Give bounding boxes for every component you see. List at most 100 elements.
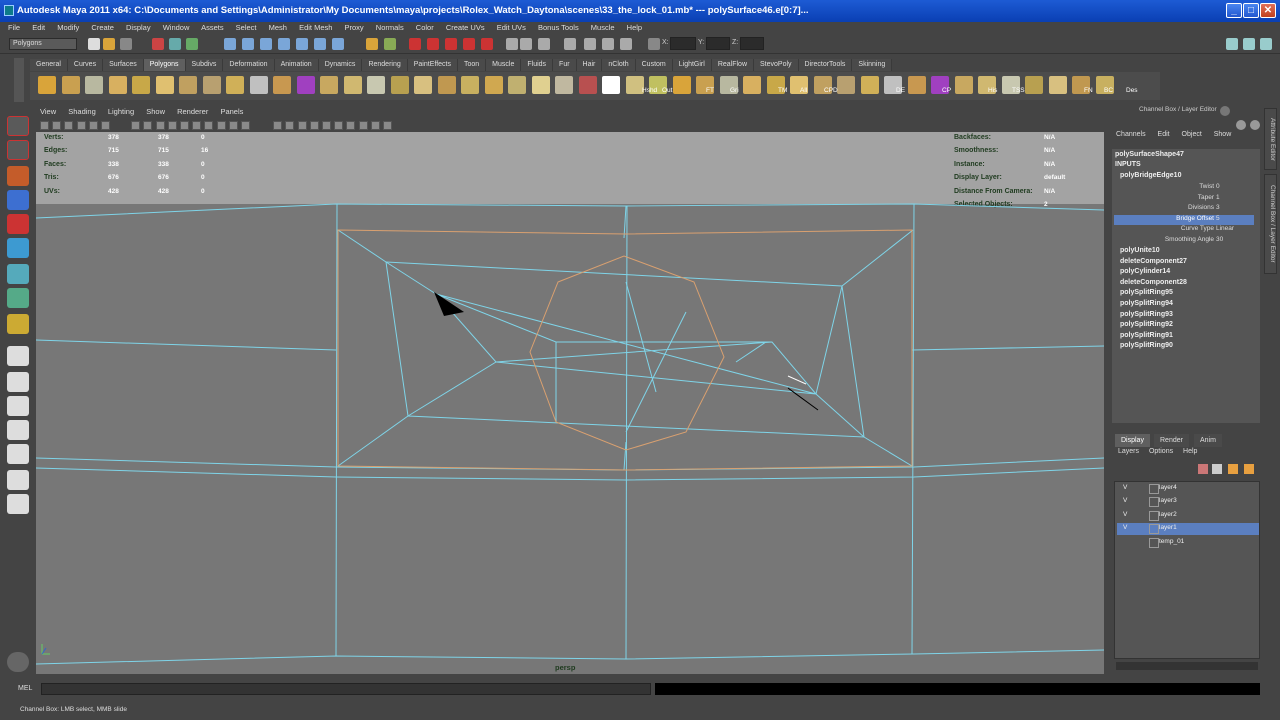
z-field[interactable] — [740, 37, 764, 50]
shelf-label-tss[interactable]: TSS — [1012, 87, 1025, 94]
menu-display[interactable]: Display — [126, 23, 151, 32]
attr-value[interactable]: 5 — [1216, 215, 1220, 222]
layout-persp-outliner-icon[interactable] — [7, 470, 29, 490]
scale-tool-icon[interactable] — [7, 238, 29, 258]
shelf-menu-icon[interactable] — [14, 58, 24, 102]
panel-toolbar-icon[interactable] — [383, 121, 392, 130]
panel-toolbar-icon[interactable] — [180, 121, 189, 130]
menu-bonus-tools[interactable]: Bonus Tools — [538, 23, 579, 32]
panel-toolbar-icon[interactable] — [40, 121, 49, 130]
panel-toolbar-icon[interactable] — [101, 121, 110, 130]
shelf-tab-ncloth[interactable]: nCloth — [602, 59, 636, 71]
shelf-tab-deformation[interactable]: Deformation — [223, 59, 275, 71]
panel-toolbar-icon[interactable] — [167, 121, 177, 130]
shelf-label-tm[interactable]: TM — [778, 87, 787, 94]
menu-create-uvs[interactable]: Create UVs — [446, 23, 485, 32]
panel-toolbar-icon[interactable] — [88, 121, 98, 130]
panel-menu-shading[interactable]: Shading — [68, 107, 96, 116]
menu-window[interactable]: Window — [163, 23, 190, 32]
snap-view-icon[interactable] — [314, 38, 326, 50]
shelf-tab-muscle[interactable]: Muscle — [486, 59, 522, 71]
shelf-tool-icon[interactable] — [484, 76, 503, 94]
history-node-polysplitring92[interactable]: polySplitRing92 — [1120, 321, 1173, 328]
move-layer-up-icon[interactable] — [1228, 464, 1238, 474]
panel-toolbar-icon[interactable] — [155, 121, 165, 130]
cb-menu-channels[interactable]: Channels — [1116, 131, 1146, 138]
shelf-tool-icon[interactable] — [343, 76, 362, 94]
panel-toolbar-icon[interactable] — [273, 121, 283, 130]
close-button[interactable]: ✕ — [1260, 3, 1276, 18]
shelf-tool-icon[interactable] — [320, 76, 338, 94]
shelf-tool-icon[interactable] — [672, 76, 691, 94]
cb-menu-object[interactable]: Object — [1182, 131, 1202, 138]
menu-select[interactable]: Select — [236, 23, 257, 32]
shelf-tool-icon[interactable] — [249, 76, 268, 94]
layer-row-temp-01[interactable]: temp_01 — [1117, 537, 1259, 549]
shelf-tab-subdivs[interactable]: Subdivs — [185, 59, 224, 71]
render-current-icon[interactable] — [409, 38, 421, 50]
layer-row-layer1[interactable]: Vlayer1 — [1117, 523, 1259, 536]
panel-toolbar-icon[interactable] — [228, 121, 238, 130]
panel-toolbar-icon[interactable] — [346, 121, 356, 130]
snap-plane-icon[interactable] — [278, 38, 290, 50]
snap-grid-icon[interactable] — [224, 38, 236, 50]
history-node-polysplitring91[interactable]: polySplitRing91 — [1120, 332, 1173, 339]
viewport-persp[interactable]: Verts: 378 378 0 Edges: 715 715 16 Faces: 338 338 0… — [36, 132, 1104, 674]
panel-toolbar-icon[interactable] — [309, 121, 319, 130]
shelf-label-gri[interactable]: Gri — [730, 87, 739, 94]
shelf-tab-rendering[interactable]: Rendering — [362, 59, 408, 71]
toggle-tool-settings-icon[interactable] — [1260, 38, 1272, 50]
hypershade-icon[interactable] — [463, 38, 475, 50]
shelf-label-fn[interactable]: FN — [1084, 87, 1093, 94]
snap-curve-icon[interactable] — [242, 38, 254, 50]
shelf-tab-stevopoly[interactable]: StevoPoly — [754, 59, 799, 71]
tab-render[interactable]: Render — [1154, 434, 1189, 447]
outliner-icon[interactable] — [506, 38, 518, 50]
panel-toolbar-icon[interactable] — [52, 121, 62, 130]
shelf-tool-icon[interactable] — [296, 76, 315, 94]
soft-mod-icon[interactable] — [7, 288, 29, 308]
new-scene-icon[interactable] — [88, 38, 100, 50]
render-settings-icon[interactable] — [445, 38, 457, 50]
rename-icon[interactable] — [602, 38, 614, 50]
layer-visibility-toggle[interactable]: V — [1123, 511, 1127, 518]
panel-toolbar-icon[interactable] — [297, 121, 307, 130]
shelf-tab-surfaces[interactable]: Surfaces — [103, 59, 144, 71]
layout-hypershade-icon[interactable] — [7, 444, 29, 464]
layer-menu-layers[interactable]: Layers — [1118, 448, 1139, 455]
panel-toolbar-icon[interactable] — [192, 121, 202, 130]
relative-mode-icon[interactable] — [584, 38, 596, 50]
channel-box-settings-icon[interactable] — [1220, 106, 1230, 116]
shelf-tool-icon[interactable] — [1025, 76, 1043, 94]
menu-create[interactable]: Create — [91, 23, 114, 32]
menu-file[interactable]: File — [8, 23, 20, 32]
lasso-tool-icon[interactable] — [7, 140, 29, 160]
layer-menu-help[interactable]: Help — [1183, 448, 1197, 455]
history-node-polyunite10[interactable]: polyUnite10 — [1120, 247, 1160, 254]
minimize-button[interactable]: _ — [1226, 3, 1242, 18]
channel-box-key-icon[interactable] — [1236, 120, 1246, 130]
maya-app-icon[interactable] — [4, 5, 14, 16]
transform-field-icon[interactable] — [648, 38, 660, 50]
shelf-label-hshd[interactable]: Hshd — [642, 87, 657, 94]
layout-single-icon[interactable] — [7, 346, 29, 366]
history-node-polysplitring93[interactable]: polySplitRing93 — [1120, 311, 1173, 318]
panel-menu-panels[interactable]: Panels — [220, 107, 243, 116]
shelf-tool-icon[interactable] — [1048, 76, 1067, 94]
ipr-render-icon[interactable] — [427, 38, 439, 50]
x-field[interactable] — [670, 37, 696, 50]
snap-surface-icon[interactable] — [296, 38, 308, 50]
cb-menu-show[interactable]: Show — [1214, 131, 1232, 138]
shelf-tab-skinning[interactable]: Skinning — [852, 59, 893, 71]
attr-smoothing-angle[interactable]: Smoothing Angle 30 — [1114, 236, 1254, 246]
layer-scrollbar[interactable] — [1116, 662, 1258, 670]
layer-color-swatch[interactable] — [1149, 497, 1159, 508]
attr-value[interactable]: 0 — [1216, 183, 1220, 190]
attr-value[interactable]: 1 — [1216, 194, 1220, 201]
shelf-tool-icon[interactable] — [132, 76, 150, 94]
layer-visibility-toggle[interactable]: V — [1123, 524, 1127, 531]
panel-toolbar-icon[interactable] — [204, 121, 214, 130]
menu-edit[interactable]: Edit — [32, 23, 45, 32]
shelf-tab-custom[interactable]: Custom — [635, 59, 673, 71]
shelf-tab-painteffects[interactable]: PaintEffects — [407, 59, 458, 71]
